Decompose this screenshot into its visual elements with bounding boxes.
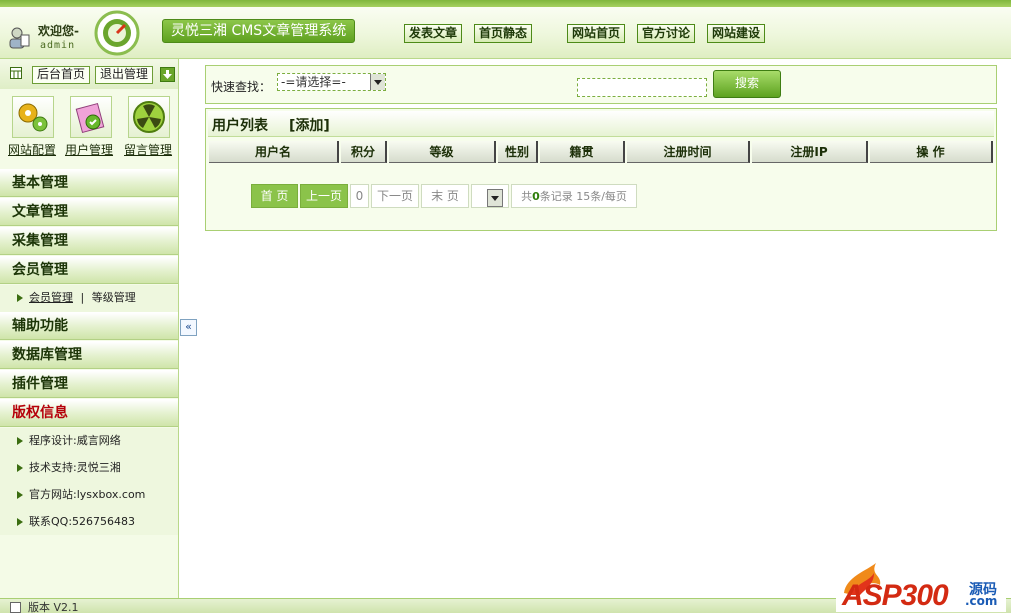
user-icon [9,27,30,49]
pagination-page-select[interactable] [471,184,509,208]
copyright-item: 程序设计:威言网络 [17,432,121,448]
menu-plugin-management[interactable]: 插件管理 [0,370,178,398]
arrow-down-icon[interactable] [160,67,175,82]
header-top-bar [0,0,1011,7]
nav-static-home[interactable]: 首页静态 [474,24,533,43]
collapse-sidebar-button[interactable]: « [180,319,197,336]
pagination-total: 0 [532,190,540,203]
nav-site-home[interactable]: 网站首页 [567,24,626,43]
calendar-icon [10,67,22,79]
copyright-website: 官方网站:lysxbox.com [29,488,146,501]
pagination-info: 共0条记录 15条/每页 [511,184,637,208]
submenu-separator: | [80,291,85,304]
search-label: 快速查找： [211,80,272,94]
nav-official-forum[interactable]: 官方讨论 [637,24,696,43]
list-title: 用户列表 [212,118,268,134]
menu-database-management[interactable]: 数据库管理 [0,341,178,369]
sidebar-toolbar: 后台首页 退出管理 [0,59,178,89]
quick-link-site-config[interactable]: 网站配置 [8,141,56,158]
logo-gauge-icon [94,10,140,56]
menu-member-management[interactable]: 会员管理 [0,256,178,284]
copyright-item: 官方网站:lysxbox.com [17,486,145,502]
search-input[interactable] [577,78,707,97]
message-icon[interactable] [128,96,170,138]
search-field-select[interactable]: -=请选择=- [277,73,386,91]
column-header-hometown: 籍贯 [540,141,625,163]
menu-article-management[interactable]: 文章管理 [0,198,178,226]
copyright-item: 联系QQ:526756483 [17,513,135,529]
submenu-member-management[interactable]: 会员管理 [29,291,73,304]
bullet-arrow-icon [17,464,23,472]
system-title: 灵悦三湘 CMS文章管理系统 [162,19,356,43]
pagination-prev[interactable]: 上一页 [300,184,348,208]
user-management-icon[interactable] [70,96,112,138]
pagination-info-suffix: 条记录 15条/每页 [539,190,627,203]
nav-publish-article[interactable]: 发表文章 [404,24,463,43]
menu-collection-management[interactable]: 采集管理 [0,227,178,255]
copyright-design: 程序设计:威言网络 [29,434,121,447]
quick-link-user-management[interactable]: 用户管理 [65,141,113,158]
sidebar: 后台首页 退出管理 网站配置 用户管理 留言管理 基本管理 文章管理 采集管理 … [0,59,179,612]
welcome-text: 欢迎您- [38,24,79,38]
column-header-level: 等级 [389,141,496,163]
search-button[interactable]: 搜索 [713,70,781,98]
copyright-support: 技术支持:灵悦三湘 [29,461,121,474]
pagination-last[interactable]: 末 页 [421,184,469,208]
admin-home-button[interactable]: 后台首页 [32,66,91,84]
version-icon [10,602,21,613]
quick-link-message-management[interactable]: 留言管理 [124,141,172,158]
menu-auxiliary-functions[interactable]: 辅助功能 [0,312,178,340]
pagination-first[interactable]: 首 页 [251,184,298,208]
watermark-brand: ASP300 [842,579,949,612]
bullet-arrow-icon [17,491,23,499]
member-submenu-row: 会员管理 | 等级管理 [17,289,136,305]
chevron-down-icon[interactable] [487,189,503,207]
menu-basic-management[interactable]: 基本管理 [0,169,178,197]
logout-button[interactable]: 退出管理 [95,66,154,84]
member-submenu: 会员管理 | 等级管理 [0,285,178,312]
pagination-info-prefix: 共 [521,190,533,203]
pagination-next[interactable]: 下一页 [371,184,419,208]
column-header-register-ip: 注册IP [752,141,868,163]
copyright-submenu: 程序设计:威言网络 技术支持:灵悦三湘 官方网站:lysxbox.com 联系Q… [0,428,178,535]
column-header-points: 积分 [341,141,387,163]
column-header-actions: 操 作 [870,141,993,163]
pagination-current-page[interactable]: 0 [350,184,369,208]
watermark-domain: .com [965,594,998,608]
add-user-link[interactable]: [添加] [289,115,330,135]
header: 欢迎您- admin 灵悦三湘 CMS文章管理系统 发表文章 首页静态 网站首页… [0,0,1011,59]
username: admin [40,40,76,51]
gear-icon[interactable] [12,96,54,138]
copyright-item: 技术支持:灵悦三湘 [17,459,121,475]
version-text: 版本 V2.1 [28,601,79,614]
bullet-arrow-icon [17,518,23,526]
bullet-arrow-icon [17,294,23,302]
column-header-username: 用户名 [209,141,339,163]
chevron-down-icon[interactable] [370,74,385,90]
bullet-arrow-icon [17,437,23,445]
column-header-register-time: 注册时间 [627,141,750,163]
select-value: -=请选择=- [281,75,346,89]
watermark-logo: ASP300 源码 .com [836,557,1006,612]
copyright-qq: 联系QQ:526756483 [29,515,136,528]
column-header-gender: 性别 [498,141,538,163]
submenu-level-management[interactable]: 等级管理 [92,291,136,304]
nav-site-building[interactable]: 网站建设 [707,24,766,43]
menu-copyright-info[interactable]: 版权信息 [0,399,178,427]
